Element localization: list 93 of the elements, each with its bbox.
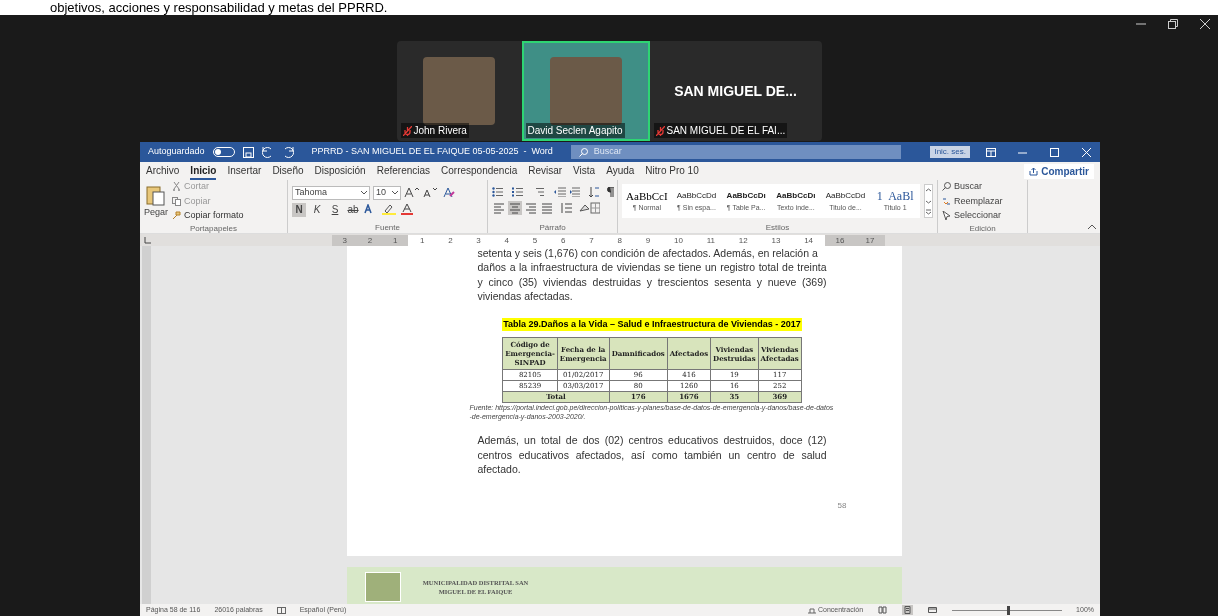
autosave-label: Autoguardado: [148, 145, 205, 159]
share-icon: [1029, 166, 1039, 176]
close-icon[interactable]: [1200, 19, 1210, 29]
ribbon-tab[interactable]: Revisar: [528, 162, 563, 180]
table-caption: Tabla 29.Daños a la Vida – Salud e Infraestructura de Viviendas - 2017: [502, 317, 802, 331]
ribbon-tab[interactable]: Archivo: [146, 162, 180, 180]
ribbon-tab[interactable]: Diseño: [272, 162, 304, 180]
format-button[interactable]: K: [310, 202, 324, 217]
book-icon[interactable]: [276, 606, 286, 614]
editing-button[interactable]: Buscar: [942, 180, 1003, 194]
highlighter-icon[interactable]: [382, 204, 396, 215]
caret-icon: [361, 190, 367, 195]
read-view-icon[interactable]: [877, 605, 889, 615]
caption-text: objetivos, acciones y responsabilidad y metas del PPRRD.: [50, 1, 388, 14]
web-view-icon[interactable]: [927, 605, 939, 615]
clipboard-button[interactable]: Copiar formato: [172, 209, 244, 223]
paste-button[interactable]: Pegar: [144, 183, 169, 219]
ribbon-tab[interactable]: Vista: [573, 162, 596, 180]
ruler-number: 12: [738, 234, 748, 246]
ruler-number: 5: [532, 234, 538, 246]
clipboard-icon: [146, 183, 166, 206]
ruler-number: 11: [706, 234, 715, 246]
ruler-number: 2: [448, 234, 453, 246]
body-paragraph: Además, un total de dos (02) centros educativos destruidos, doce (12) centros educativos afectados, así como también un centro de salud afectado.: [477, 433, 827, 477]
sign-in-button[interactable]: Inic. ses.: [930, 146, 970, 158]
ruler-number: 17: [865, 234, 875, 246]
format-button[interactable]: ab: [346, 202, 360, 217]
font-color-icon[interactable]: [400, 204, 414, 215]
replace-icon: [942, 196, 951, 206]
undo-icon[interactable]: [261, 146, 274, 158]
body-text: setenta y seis (1,676) con condición de afectados. Además, en relación a: [477, 247, 819, 260]
participant-name: John Rivera: [413, 124, 467, 138]
document-title: PPRRD - SAN MIGUEL DE EL FAIQUE 05-05-2025 - Word: [311, 145, 553, 159]
ribbon-tab[interactable]: Disposición: [314, 162, 366, 180]
collapse-ribbon-icon[interactable]: [1088, 224, 1096, 229]
focus-icon: [807, 606, 816, 614]
participant-title: SAN MIGUEL DE...: [674, 81, 797, 101]
gallery-scroll-icon[interactable]: [924, 184, 933, 218]
scissors-icon: [172, 182, 182, 192]
search-icon: [578, 147, 588, 157]
ruler-number: 1: [393, 234, 398, 246]
ruler-number: 16: [835, 234, 845, 246]
group-label: Edición: [968, 222, 997, 234]
save-icon[interactable]: [242, 146, 254, 158]
caret-icon: [392, 190, 398, 195]
crest-placeholder: [364, 572, 401, 602]
copy-icon: [172, 196, 182, 206]
ruler-number: 1: [419, 234, 425, 246]
group-label: Fuente: [374, 222, 401, 233]
ruler-number: 10: [674, 234, 683, 246]
participant-name: SAN MIGUEL DE EL FAI...: [666, 124, 786, 138]
format-button[interactable]: N: [292, 202, 306, 217]
ruler-number: 3: [476, 234, 481, 246]
ribbon-tab[interactable]: Insertar: [227, 162, 262, 180]
paragraph-tools-icon[interactable]: [560, 202, 600, 214]
ruler-number: 2: [367, 234, 373, 246]
pilcrow-icon[interactable]: [606, 187, 614, 197]
ruler-number: 4: [504, 234, 510, 246]
restore-icon[interactable]: [1168, 19, 1178, 29]
editing-button[interactable]: Reemplazar: [942, 194, 1003, 208]
ruler-number: 14: [804, 234, 814, 246]
ruler-number: 13: [771, 234, 781, 246]
brush-icon: [172, 211, 182, 221]
ruler-number: 7: [589, 234, 594, 246]
print-view-icon[interactable]: [902, 605, 914, 615]
group-label: Párrafo: [538, 222, 567, 233]
sort-icon[interactable]: [588, 187, 600, 197]
ruler-number: 3: [342, 234, 347, 246]
search-icon: [942, 182, 951, 192]
body-paragraph: daños a la infraestructura de viviendas se tiene un registro total de treinta y cinco (35) viviendas destruidas y trescientos sesenta y nueve (369) viviendas afectadas.: [477, 260, 827, 304]
ribbon-tab[interactable]: Correspondencia: [441, 162, 518, 180]
ruler-number: 9: [645, 234, 651, 246]
clear-format-icon[interactable]: [443, 187, 455, 198]
video-placeholder: [423, 57, 495, 125]
group-label: Estilos: [764, 222, 791, 233]
ribbon-tab[interactable]: Referencias: [376, 162, 431, 180]
ribbon-tab[interactable]: Ayuda: [606, 162, 635, 180]
ribbon-display-icon[interactable]: [986, 147, 996, 157]
font-size-field[interactable]: 10: [373, 185, 401, 200]
ruler-number: 8: [617, 234, 622, 246]
share-button[interactable]: Compartir: [1024, 163, 1094, 179]
page-number: 58: [837, 500, 847, 512]
format-button[interactable]: S: [328, 202, 342, 217]
participant-name: David Seclen Agapito: [527, 124, 623, 138]
ribbon-tab[interactable]: Nitro Pro 10: [645, 162, 699, 180]
font-name-field[interactable]: Tahoma: [292, 185, 370, 200]
ruler-number: 6: [561, 234, 566, 246]
group-label: Portapapeles: [188, 222, 239, 234]
slider-thumb[interactable]: [1007, 605, 1011, 615]
editing-button[interactable]: Seleccionar: [942, 209, 1003, 223]
pointer-icon: [942, 211, 951, 221]
maximize-icon[interactable]: [1050, 147, 1060, 157]
font-size-arrows-icon[interactable]: [404, 187, 440, 198]
